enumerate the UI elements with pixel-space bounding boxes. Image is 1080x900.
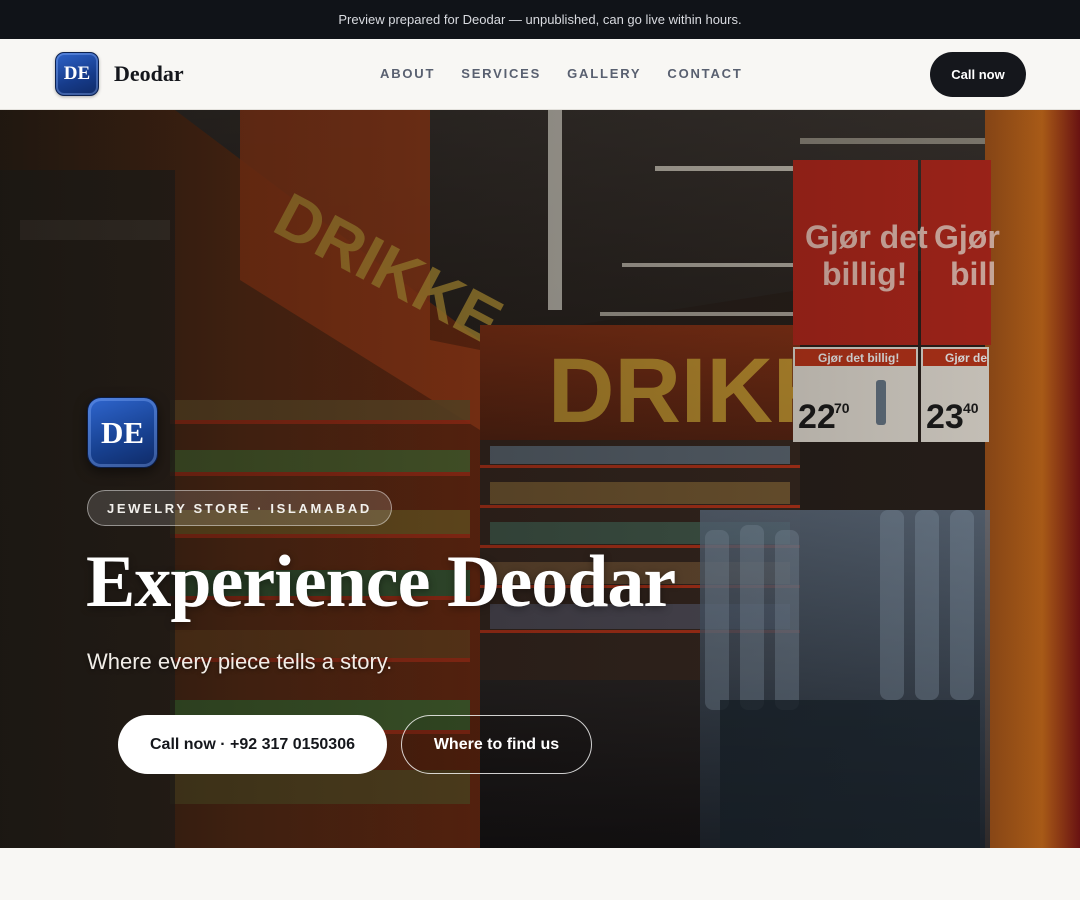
- hero-section: DRIKKE DRIKK: [0, 110, 1080, 848]
- nav-link-services[interactable]: SERVICES: [461, 66, 541, 81]
- main-nav: ABOUT SERVICES GALLERY CONTACT: [380, 66, 769, 81]
- nav-link-gallery[interactable]: GALLERY: [567, 66, 641, 81]
- nav-link-contact[interactable]: CONTACT: [667, 66, 742, 81]
- call-now-button[interactable]: Call now · +92 317 0150306: [118, 715, 387, 774]
- hero-logo-initials: DE: [100, 414, 145, 450]
- next-section: [0, 848, 1080, 900]
- brand-logo-initials: DE: [63, 63, 91, 84]
- preview-banner: Preview prepared for Deodar — unpublishe…: [0, 0, 1080, 39]
- call-now-nav-button[interactable]: Call now: [930, 52, 1026, 97]
- brand[interactable]: DE Deodar: [55, 52, 184, 96]
- preview-banner-text: Preview prepared for Deodar — unpublishe…: [338, 12, 742, 27]
- brand-name[interactable]: Deodar: [114, 61, 184, 87]
- top-navbar: DE Deodar ABOUT SERVICES GALLERY CONTACT…: [0, 39, 1080, 110]
- find-us-button[interactable]: Where to find us: [401, 715, 592, 774]
- hero-logo: DE: [87, 397, 158, 468]
- brand-logo[interactable]: DE: [55, 52, 99, 96]
- hero-subtitle: Where every piece tells a story.: [87, 649, 393, 674]
- category-badge: JEWELRY STORE · ISLAMABAD: [87, 490, 392, 526]
- hero-title: Experience Deodar: [86, 541, 676, 623]
- nav-link-about[interactable]: ABOUT: [380, 66, 435, 81]
